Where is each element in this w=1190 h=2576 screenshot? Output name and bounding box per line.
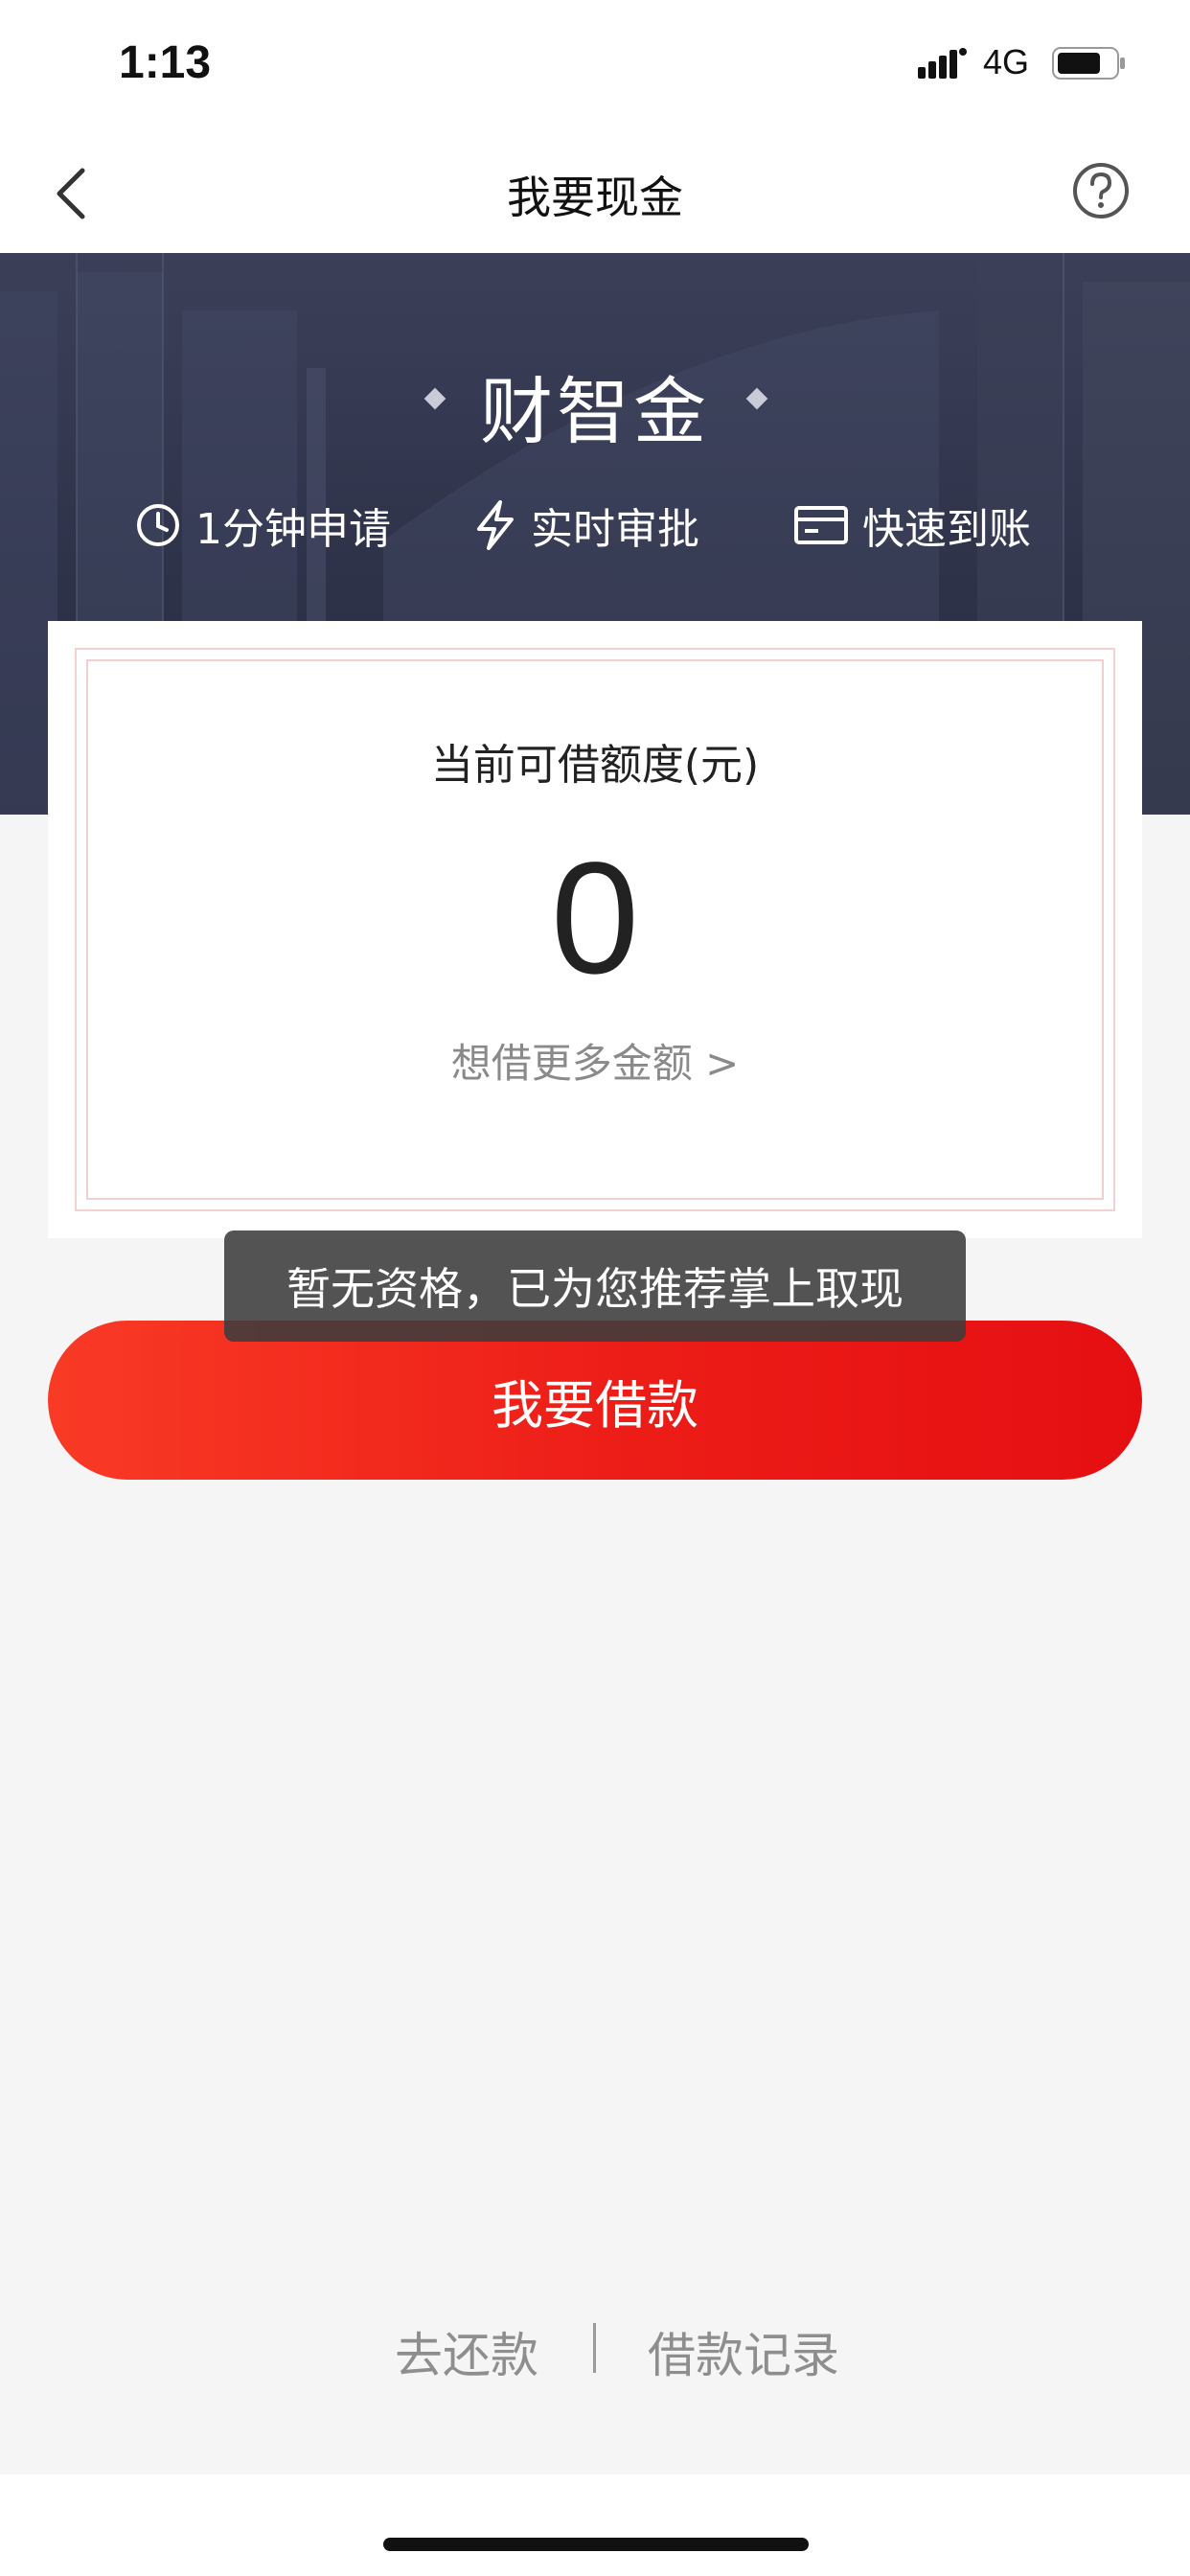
lightning-icon bbox=[477, 500, 514, 550]
feature-label: 快速到账 bbox=[862, 505, 1031, 554]
network-type: 4G bbox=[983, 42, 1030, 81]
diamond-icon bbox=[423, 387, 446, 410]
page-title: 我要现金 bbox=[507, 172, 683, 223]
feature-approval: 实时审批 bbox=[473, 496, 699, 554]
clock-icon bbox=[137, 504, 179, 546]
status-time: 1:13 bbox=[119, 37, 212, 88]
quota-label: 当前可借额度(元) bbox=[430, 741, 760, 790]
status-bar: 1:13 4G bbox=[0, 0, 1190, 134]
diamond-icon bbox=[745, 387, 768, 410]
feature-label: 1分钟申请 bbox=[195, 505, 391, 554]
feature-apply: 1分钟申请 bbox=[134, 496, 391, 554]
loan-records-link[interactable]: 借款记录 bbox=[648, 2317, 839, 2386]
borrow-button[interactable]: 我要借款 bbox=[48, 1321, 1142, 1480]
brand-name: 财智金 bbox=[480, 369, 710, 454]
footer-links: 去还款 借款记录 bbox=[0, 2317, 1190, 2384]
toast-message: 暂无资格，已为您推荐掌上取现 bbox=[224, 1230, 966, 1342]
repay-link[interactable]: 去还款 bbox=[395, 2317, 538, 2386]
more-amount-link[interactable]: 想借更多金额 > bbox=[48, 1031, 1142, 1090]
nav-bar: 我要现金 bbox=[0, 134, 1190, 253]
brand-row: 财智金 bbox=[0, 353, 1190, 454]
feature-label: 实时审批 bbox=[531, 505, 699, 554]
quota-card: 当前可借额度(元) 0 想借更多金额 > bbox=[48, 621, 1142, 1238]
battery-icon bbox=[1052, 47, 1125, 80]
signal-icon bbox=[918, 48, 967, 79]
card-icon bbox=[794, 506, 848, 544]
home-indicator[interactable] bbox=[383, 2538, 809, 2551]
divider bbox=[593, 2323, 596, 2373]
home-strip bbox=[0, 2474, 1190, 2576]
quota-value: 0 bbox=[550, 830, 640, 1007]
question-circle-icon[interactable] bbox=[1071, 161, 1131, 220]
feature-arrival: 快速到账 bbox=[793, 496, 1031, 554]
